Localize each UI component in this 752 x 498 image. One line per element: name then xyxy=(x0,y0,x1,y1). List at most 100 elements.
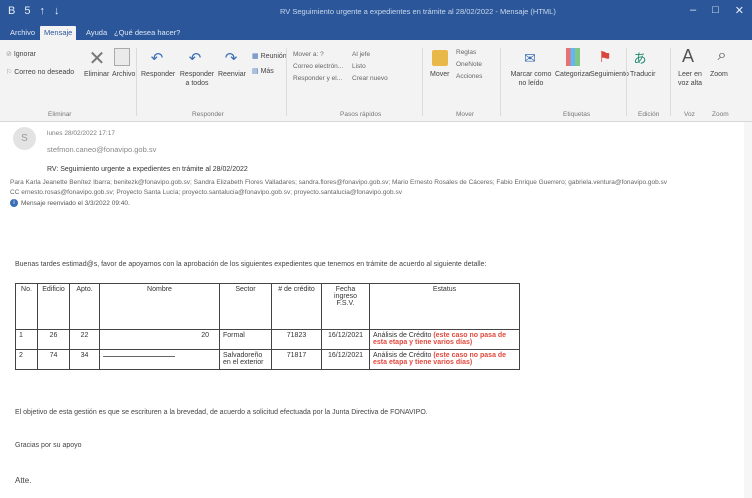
reply-all-icon: ↶ xyxy=(188,50,202,67)
avatar: S xyxy=(13,127,36,150)
cell-credito: 71823 xyxy=(271,329,322,350)
group-label-eliminar: Eliminar xyxy=(48,111,72,118)
table-row: 1 26 22 20 Formal 71823 16/12/2021 Análi… xyxy=(15,329,520,350)
cell-no: 1 xyxy=(15,329,38,350)
move-button[interactable]: Mover xyxy=(430,70,449,79)
sender-address[interactable]: stefmon.caneo@fonavipo.gob.sv xyxy=(47,145,156,154)
zoom-icon: ⌕ xyxy=(717,47,727,64)
translate-button[interactable]: Traducir xyxy=(630,70,655,79)
group-label-pasos: Pasos rápidos xyxy=(340,111,382,118)
quickstep-move[interactable]: Mover a: ? xyxy=(293,50,324,59)
header-estatus: Estatus xyxy=(369,283,520,330)
window-title: RV Seguimiento urgente a expedientes en … xyxy=(280,7,556,16)
cell-apto: 34 xyxy=(69,349,100,370)
previous-item-icon[interactable]: ↑ xyxy=(39,5,45,17)
header-nombre: Nombre xyxy=(99,283,220,330)
reply-icon: ↶ xyxy=(150,50,164,67)
to-line: Para Karla Jeanette Benítez Ibarra; beni… xyxy=(10,179,667,186)
quickstep-done[interactable]: Listo xyxy=(352,62,366,71)
cell-no: 2 xyxy=(15,349,38,370)
maximize-button[interactable]: □ xyxy=(712,4,719,17)
forwarded-text: Mensaje reenviado el 3/3/2022 09:40. xyxy=(21,199,130,207)
status-text: Análisis de Crédito xyxy=(373,352,432,359)
cell-edificio: 74 xyxy=(37,349,70,370)
mark-unread-button[interactable]: Marcar como no leído xyxy=(506,70,556,88)
message-date: lunes 28/02/2022 17:17 xyxy=(47,130,115,137)
cell-estatus: Análisis de Crédito (este caso no pasa d… xyxy=(369,349,520,370)
more-respond-button[interactable]: ▤ Más xyxy=(252,67,274,76)
calendar-icon: ▦ xyxy=(252,53,259,60)
follow-up-button[interactable]: Seguimiento xyxy=(590,70,629,79)
cc-label: CC xyxy=(10,189,20,196)
tab-archivo[interactable]: Archivo xyxy=(6,26,39,40)
junk-button[interactable]: ⚐ Correo no deseado xyxy=(6,68,74,77)
cell-sector: Formal xyxy=(219,329,272,350)
minimize-button[interactable]: – xyxy=(690,4,696,17)
window-controls: – □ ✕ xyxy=(690,4,744,17)
next-item-icon[interactable]: ↓ xyxy=(54,5,60,17)
rules-button[interactable]: Reglas xyxy=(456,48,476,57)
group-separator xyxy=(136,48,137,116)
tab-mensaje[interactable]: Mensaje xyxy=(40,26,77,40)
thanks-paragraph: Gracias por su apoyo xyxy=(15,442,82,449)
move-folder-icon xyxy=(432,50,448,66)
reply-all-button[interactable]: Responder a todos xyxy=(177,70,217,88)
cc-recipients[interactable]: ernesto.rosas@fonavipo.gob.sv; Proyecto … xyxy=(21,189,402,196)
cell-fecha: 16/12/2021 xyxy=(321,349,370,370)
cell-nombre: 20 xyxy=(99,329,220,350)
title-bar: B 5 ↑ ↓ RV Seguimiento urgente a expedie… xyxy=(0,0,752,24)
group-separator xyxy=(670,48,671,116)
zoom-button[interactable]: Zoom xyxy=(710,70,728,79)
header-apto: Apto. xyxy=(69,283,100,330)
save-icon[interactable]: B xyxy=(8,5,15,17)
onenote-button[interactable]: OneNote xyxy=(456,60,482,69)
categorize-button[interactable]: Categorizar xyxy=(555,70,591,79)
tab-ayuda[interactable]: Ayuda xyxy=(82,26,111,40)
cell-sector: Salvadoreño en el exterior xyxy=(219,349,272,370)
cell-estatus: Análisis de Crédito (este caso no pasa d… xyxy=(369,329,520,350)
close-button[interactable]: ✕ xyxy=(735,4,744,17)
info-icon: i xyxy=(10,199,18,207)
group-label-etiquetas: Etiquetas xyxy=(563,111,591,118)
header-edificio: Edificio xyxy=(37,283,70,330)
ribbon-tabs: Archivo Mensaje Ayuda ¿Qué desea hacer? xyxy=(0,24,752,40)
closing-text: Atte. xyxy=(15,476,32,485)
actions-button[interactable]: Acciones xyxy=(456,72,482,81)
header-fecha: Fecha ingreso F.S.V. xyxy=(321,283,370,330)
envelope-icon: ✉ xyxy=(524,49,536,66)
forwarded-notice: i Mensaje reenviado el 3/3/2022 09:40. xyxy=(10,199,130,207)
to-recipients[interactable]: Karla Jeanette Benítez Ibarra; benitezk@… xyxy=(26,179,668,186)
read-aloud-button[interactable]: Leer en voz alta xyxy=(676,70,704,88)
group-label-edicion: Edición xyxy=(638,111,660,118)
quickstep-reply-delete[interactable]: Responder y el... xyxy=(293,74,342,83)
undo-icon[interactable]: 5 xyxy=(24,5,30,17)
translate-icon: あ xyxy=(633,50,647,66)
more-icon: ▤ xyxy=(252,68,259,75)
group-separator xyxy=(286,48,287,116)
forward-icon: ↷ xyxy=(224,50,238,67)
forward-button[interactable]: Reenviar xyxy=(218,70,246,79)
group-label-zoom: Zoom xyxy=(712,111,729,118)
group-label-responder: Responder xyxy=(192,111,224,118)
group-label-mover: Mover xyxy=(456,111,475,118)
delete-button[interactable]: Eliminar xyxy=(84,70,109,79)
header-no: No. xyxy=(15,283,38,330)
categorize-icon xyxy=(566,48,580,66)
meeting-button[interactable]: ▦ Reunión xyxy=(252,52,287,61)
cell-edificio: 26 xyxy=(37,329,70,350)
flag-icon: ⚑ xyxy=(598,49,612,66)
group-label-voz: Voz xyxy=(684,111,695,118)
ignore-button[interactable]: ⊘ Ignorar xyxy=(6,50,36,59)
junk-icon: ⚐ xyxy=(6,69,13,76)
quickstep-manager[interactable]: Al jefe xyxy=(352,50,370,59)
tab-tell-me[interactable]: ¿Qué desea hacer? xyxy=(110,26,184,40)
table-header-row: No. Edificio Apto. Nombre Sector # de cr… xyxy=(15,283,520,330)
reply-button[interactable]: Responder xyxy=(141,70,175,79)
quickstep-email[interactable]: Correo electrón... xyxy=(293,62,343,71)
group-separator xyxy=(626,48,627,116)
quickstep-create-new[interactable]: Crear nuevo xyxy=(352,74,388,83)
message-subject: RV: Seguimiento urgente a expedientes en… xyxy=(47,166,248,173)
scrollbar[interactable] xyxy=(744,122,752,498)
archive-button[interactable]: Archivo xyxy=(112,70,135,79)
expedientes-table: No. Edificio Apto. Nombre Sector # de cr… xyxy=(15,283,520,370)
